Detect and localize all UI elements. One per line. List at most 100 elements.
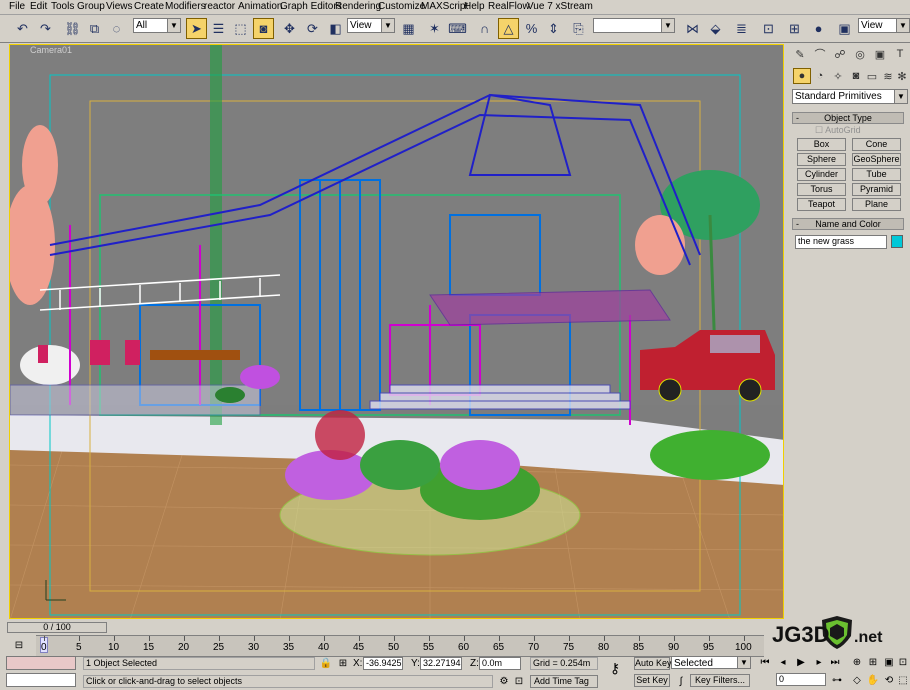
viewport-label[interactable]: Camera01 bbox=[30, 45, 72, 55]
go-to-end-icon[interactable]: ⏭ bbox=[828, 655, 842, 669]
curve-editor-icon[interactable]: ⊡ bbox=[758, 18, 779, 39]
add-time-tag-button[interactable]: Add Time Tag bbox=[530, 675, 598, 688]
field-of-view-icon[interactable]: ◇ bbox=[850, 673, 864, 687]
menu-graph-editors[interactable]: Graph Editors bbox=[280, 1, 342, 13]
play-icon[interactable]: ▶ bbox=[794, 655, 808, 669]
time-slider[interactable]: 0 / 100 bbox=[7, 622, 107, 633]
maxscript-listener-pink[interactable] bbox=[6, 656, 76, 670]
display-tab-icon[interactable]: ▣ bbox=[871, 46, 889, 62]
zoom-all-icon[interactable]: ⊞ bbox=[866, 655, 880, 669]
menu-edit[interactable]: Edit bbox=[30, 1, 47, 13]
key-mode-dropdown[interactable]: Selected ▼ bbox=[671, 656, 751, 669]
category-dropdown[interactable]: Standard Primitives ▼ bbox=[792, 89, 908, 104]
teapot-button[interactable]: Teapot bbox=[797, 198, 846, 211]
geosphere-button[interactable]: GeoSphere bbox=[852, 153, 901, 166]
angle-snap-icon[interactable]: △ bbox=[498, 18, 519, 39]
undo-icon[interactable]: ↶ bbox=[12, 18, 33, 39]
key-filters-button[interactable]: Key Filters... bbox=[690, 674, 750, 687]
schematic-view-icon[interactable]: ⊞ bbox=[784, 18, 805, 39]
create-tab-icon[interactable]: ✎ bbox=[791, 46, 809, 62]
menu-tools[interactable]: Tools bbox=[51, 1, 74, 13]
hierarchy-tab-icon[interactable]: ☍ bbox=[831, 46, 849, 62]
menu-file[interactable]: File bbox=[9, 1, 25, 13]
x-coordinate-field[interactable]: -36.94259r bbox=[363, 657, 403, 670]
object-color-swatch[interactable] bbox=[891, 235, 903, 248]
pivot-center-icon[interactable]: ▦ bbox=[398, 18, 419, 39]
y-coordinate-field[interactable]: 32.27194r bbox=[420, 657, 462, 670]
menu-realflow[interactable]: RealFlow bbox=[488, 1, 530, 13]
set-key-button[interactable]: Set Key bbox=[634, 674, 670, 687]
menu-group[interactable]: Group bbox=[77, 1, 105, 13]
systems-icon[interactable]: ✻ bbox=[893, 68, 910, 84]
select-by-name-icon[interactable]: ☰ bbox=[208, 18, 229, 39]
select-object-icon[interactable]: ➤ bbox=[186, 18, 207, 39]
pyramid-button[interactable]: Pyramid bbox=[852, 183, 901, 196]
keyboard-shortcut-override-icon[interactable]: ⌨ bbox=[447, 18, 468, 39]
rotate-icon[interactable]: ⟳ bbox=[302, 18, 323, 39]
rectangular-selection-icon[interactable]: ⬚ bbox=[230, 18, 251, 39]
object-type-rollout-header[interactable]: - Object Type bbox=[792, 112, 904, 124]
orbit-icon[interactable]: ⟲ bbox=[882, 673, 896, 687]
mirror-icon[interactable]: ⋈ bbox=[682, 18, 703, 39]
torus-button[interactable]: Torus bbox=[797, 183, 846, 196]
z-coordinate-field[interactable]: 0.0m bbox=[479, 657, 521, 670]
autogrid-checkbox[interactable]: ☐ AutoGrid bbox=[815, 125, 861, 136]
named-selection-dropdown[interactable]: ▼ bbox=[593, 18, 675, 33]
menu-help[interactable]: Help bbox=[464, 1, 485, 13]
modify-tab-icon[interactable]: ⌒ bbox=[811, 46, 829, 62]
camera-viewport[interactable] bbox=[9, 44, 784, 619]
auto-key-button[interactable]: Auto Key bbox=[634, 657, 672, 670]
render-view-dropdown[interactable]: View ▼ bbox=[858, 18, 910, 33]
trackbar-toggle-icon[interactable]: ⊟ bbox=[12, 638, 26, 652]
previous-frame-icon[interactable]: ◂ bbox=[776, 655, 790, 669]
track-bar[interactable]: 0 5 10 15 20 25 30 35 40 45 50 55 60 65 70 75 80 85 90 95 10… bbox=[36, 635, 764, 657]
layer-manager-icon[interactable]: ≣ bbox=[731, 18, 752, 39]
menu-customize[interactable]: Customize bbox=[378, 1, 425, 13]
motion-tab-icon[interactable]: ◎ bbox=[851, 46, 869, 62]
bind-spacewarp-icon[interactable]: ◌ bbox=[106, 18, 127, 39]
tube-button[interactable]: Tube bbox=[852, 168, 901, 181]
current-frame-field[interactable]: 0 bbox=[776, 673, 826, 686]
spinner-snap-icon[interactable]: ⇕ bbox=[543, 18, 564, 39]
menu-create[interactable]: Create bbox=[134, 1, 164, 13]
scale-icon[interactable]: ◧ bbox=[325, 18, 346, 39]
render-setup-icon[interactable]: ▣ bbox=[834, 18, 855, 39]
zoom-extents-all-icon[interactable]: ⊡ bbox=[896, 655, 910, 669]
time-tag-icon[interactable]: ⚙ bbox=[497, 674, 511, 688]
zoom-icon[interactable]: ⊕ bbox=[850, 655, 864, 669]
lights-icon[interactable]: ✧ bbox=[829, 68, 847, 84]
menu-reactor[interactable]: reactor bbox=[204, 1, 235, 13]
key-mode-toggle-icon[interactable]: ⊶ bbox=[830, 673, 844, 687]
reference-coordinate-dropdown[interactable]: View ▼ bbox=[347, 18, 395, 33]
maxscript-listener-white[interactable] bbox=[6, 673, 76, 687]
cylinder-button[interactable]: Cylinder bbox=[797, 168, 846, 181]
zoom-extents-icon[interactable]: ▣ bbox=[882, 655, 896, 669]
percent-snap-icon[interactable]: % bbox=[521, 18, 542, 39]
lock-icon[interactable]: 🔒 bbox=[319, 656, 333, 670]
utilities-tab-icon[interactable]: T bbox=[891, 46, 909, 62]
menu-rendering[interactable]: Rendering bbox=[335, 1, 381, 13]
select-manipulate-icon[interactable]: ✶ bbox=[424, 18, 445, 39]
geometry-icon[interactable]: ● bbox=[793, 68, 811, 84]
object-name-input[interactable]: the new grass bbox=[795, 235, 887, 249]
menu-vue-xstream[interactable]: Vue 7 xStream bbox=[527, 1, 593, 13]
selection-lock-icon[interactable]: ⊡ bbox=[512, 674, 526, 688]
next-frame-icon[interactable]: ▸ bbox=[812, 655, 826, 669]
pan-icon[interactable]: ✋ bbox=[866, 673, 880, 687]
align-icon[interactable]: ⬙ bbox=[705, 18, 726, 39]
cone-button[interactable]: Cone bbox=[852, 138, 901, 151]
edit-named-selection-icon[interactable]: ⎘ bbox=[568, 18, 589, 39]
absolute-mode-icon[interactable]: ⊞ bbox=[336, 656, 350, 670]
go-to-start-icon[interactable]: ⏮ bbox=[758, 655, 772, 669]
menu-animation[interactable]: Animation bbox=[238, 1, 282, 13]
move-icon[interactable]: ✥ bbox=[279, 18, 300, 39]
box-button[interactable]: Box bbox=[797, 138, 846, 151]
plane-button[interactable]: Plane bbox=[852, 198, 901, 211]
menu-modifiers[interactable]: Modifiers bbox=[165, 1, 206, 13]
menu-views[interactable]: Views bbox=[106, 1, 133, 13]
name-color-rollout-header[interactable]: - Name and Color bbox=[792, 218, 904, 230]
select-link-icon[interactable]: ⛓ bbox=[62, 18, 83, 39]
sphere-button[interactable]: Sphere bbox=[797, 153, 846, 166]
snaps-toggle-icon[interactable]: ∩ bbox=[474, 18, 495, 39]
selection-filter-dropdown[interactable]: All ▼ bbox=[133, 18, 181, 33]
